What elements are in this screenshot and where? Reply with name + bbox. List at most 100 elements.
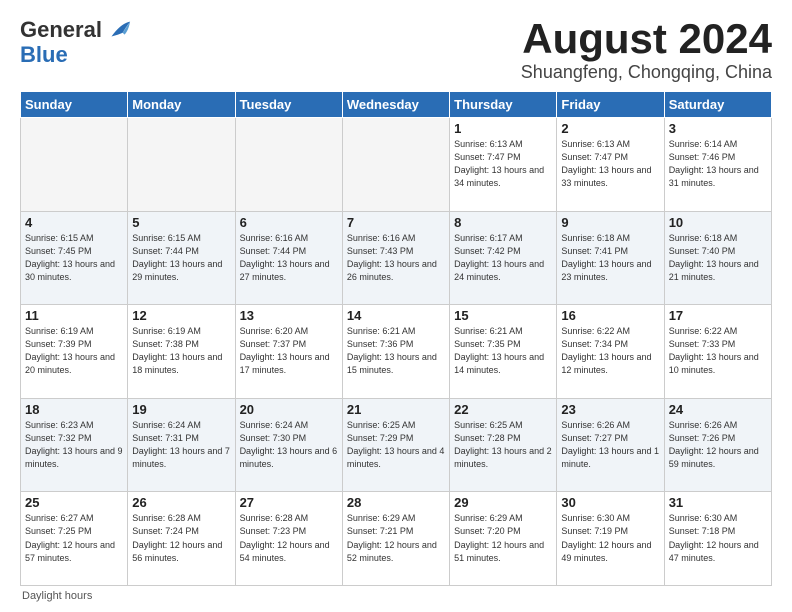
day-info: Sunrise: 6:27 AMSunset: 7:25 PMDaylight:…: [25, 513, 115, 562]
day-number: 28: [347, 495, 445, 510]
weekday-header-monday: Monday: [128, 92, 235, 118]
footer: Daylight hours: [20, 590, 772, 602]
calendar-cell: [235, 118, 342, 212]
calendar-cell: 26 Sunrise: 6:28 AMSunset: 7:24 PMDaylig…: [128, 492, 235, 586]
day-number: 3: [669, 121, 767, 136]
calendar-cell: 20 Sunrise: 6:24 AMSunset: 7:30 PMDaylig…: [235, 398, 342, 492]
calendar-cell: 12 Sunrise: 6:19 AMSunset: 7:38 PMDaylig…: [128, 305, 235, 399]
day-number: 29: [454, 495, 552, 510]
calendar-cell: 6 Sunrise: 6:16 AMSunset: 7:44 PMDayligh…: [235, 211, 342, 305]
day-number: 18: [25, 402, 123, 417]
day-info: Sunrise: 6:18 AMSunset: 7:41 PMDaylight:…: [561, 233, 651, 282]
weekday-header-tuesday: Tuesday: [235, 92, 342, 118]
day-info: Sunrise: 6:18 AMSunset: 7:40 PMDaylight:…: [669, 233, 759, 282]
day-info: Sunrise: 6:30 AMSunset: 7:19 PMDaylight:…: [561, 513, 651, 562]
calendar-week-5: 25 Sunrise: 6:27 AMSunset: 7:25 PMDaylig…: [21, 492, 772, 586]
calendar-cell: 15 Sunrise: 6:21 AMSunset: 7:35 PMDaylig…: [450, 305, 557, 399]
page: General Blue August 2024 Shuangfeng, Cho…: [0, 0, 792, 612]
calendar-cell: 13 Sunrise: 6:20 AMSunset: 7:37 PMDaylig…: [235, 305, 342, 399]
calendar-cell: 14 Sunrise: 6:21 AMSunset: 7:36 PMDaylig…: [342, 305, 449, 399]
day-info: Sunrise: 6:13 AMSunset: 7:47 PMDaylight:…: [561, 139, 651, 188]
day-number: 2: [561, 121, 659, 136]
day-number: 8: [454, 215, 552, 230]
logo: General Blue: [20, 16, 132, 67]
calendar-week-1: 1 Sunrise: 6:13 AMSunset: 7:47 PMDayligh…: [21, 118, 772, 212]
month-title: August 2024: [521, 16, 772, 62]
calendar: SundayMondayTuesdayWednesdayThursdayFrid…: [20, 91, 772, 586]
day-number: 5: [132, 215, 230, 230]
day-info: Sunrise: 6:29 AMSunset: 7:21 PMDaylight:…: [347, 513, 437, 562]
calendar-cell: 11 Sunrise: 6:19 AMSunset: 7:39 PMDaylig…: [21, 305, 128, 399]
day-info: Sunrise: 6:26 AMSunset: 7:26 PMDaylight:…: [669, 420, 759, 469]
day-number: 15: [454, 308, 552, 323]
weekday-header-sunday: Sunday: [21, 92, 128, 118]
day-info: Sunrise: 6:25 AMSunset: 7:29 PMDaylight:…: [347, 420, 445, 469]
calendar-cell: 19 Sunrise: 6:24 AMSunset: 7:31 PMDaylig…: [128, 398, 235, 492]
calendar-cell: 22 Sunrise: 6:25 AMSunset: 7:28 PMDaylig…: [450, 398, 557, 492]
day-number: 11: [25, 308, 123, 323]
calendar-cell: 29 Sunrise: 6:29 AMSunset: 7:20 PMDaylig…: [450, 492, 557, 586]
day-number: 6: [240, 215, 338, 230]
calendar-cell: 17 Sunrise: 6:22 AMSunset: 7:33 PMDaylig…: [664, 305, 771, 399]
day-number: 7: [347, 215, 445, 230]
day-info: Sunrise: 6:24 AMSunset: 7:31 PMDaylight:…: [132, 420, 230, 469]
day-info: Sunrise: 6:23 AMSunset: 7:32 PMDaylight:…: [25, 420, 123, 469]
day-number: 31: [669, 495, 767, 510]
day-info: Sunrise: 6:19 AMSunset: 7:38 PMDaylight:…: [132, 326, 222, 375]
calendar-cell: 24 Sunrise: 6:26 AMSunset: 7:26 PMDaylig…: [664, 398, 771, 492]
calendar-cell: 27 Sunrise: 6:28 AMSunset: 7:23 PMDaylig…: [235, 492, 342, 586]
day-info: Sunrise: 6:17 AMSunset: 7:42 PMDaylight:…: [454, 233, 544, 282]
title-block: August 2024 Shuangfeng, Chongqing, China: [521, 16, 772, 83]
day-info: Sunrise: 6:28 AMSunset: 7:23 PMDaylight:…: [240, 513, 330, 562]
day-info: Sunrise: 6:16 AMSunset: 7:44 PMDaylight:…: [240, 233, 330, 282]
calendar-cell: 30 Sunrise: 6:30 AMSunset: 7:19 PMDaylig…: [557, 492, 664, 586]
day-info: Sunrise: 6:21 AMSunset: 7:36 PMDaylight:…: [347, 326, 437, 375]
calendar-cell: [21, 118, 128, 212]
day-number: 1: [454, 121, 552, 136]
day-info: Sunrise: 6:14 AMSunset: 7:46 PMDaylight:…: [669, 139, 759, 188]
calendar-cell: 18 Sunrise: 6:23 AMSunset: 7:32 PMDaylig…: [21, 398, 128, 492]
calendar-cell: [342, 118, 449, 212]
calendar-cell: 9 Sunrise: 6:18 AMSunset: 7:41 PMDayligh…: [557, 211, 664, 305]
day-info: Sunrise: 6:30 AMSunset: 7:18 PMDaylight:…: [669, 513, 759, 562]
weekday-header-thursday: Thursday: [450, 92, 557, 118]
calendar-cell: 8 Sunrise: 6:17 AMSunset: 7:42 PMDayligh…: [450, 211, 557, 305]
location-title: Shuangfeng, Chongqing, China: [521, 62, 772, 83]
day-number: 27: [240, 495, 338, 510]
day-info: Sunrise: 6:21 AMSunset: 7:35 PMDaylight:…: [454, 326, 544, 375]
calendar-week-2: 4 Sunrise: 6:15 AMSunset: 7:45 PMDayligh…: [21, 211, 772, 305]
calendar-week-4: 18 Sunrise: 6:23 AMSunset: 7:32 PMDaylig…: [21, 398, 772, 492]
day-info: Sunrise: 6:24 AMSunset: 7:30 PMDaylight:…: [240, 420, 338, 469]
day-info: Sunrise: 6:28 AMSunset: 7:24 PMDaylight:…: [132, 513, 222, 562]
day-number: 24: [669, 402, 767, 417]
logo-general-text: General: [20, 19, 102, 41]
day-info: Sunrise: 6:13 AMSunset: 7:47 PMDaylight:…: [454, 139, 544, 188]
day-number: 17: [669, 308, 767, 323]
calendar-cell: 31 Sunrise: 6:30 AMSunset: 7:18 PMDaylig…: [664, 492, 771, 586]
day-info: Sunrise: 6:16 AMSunset: 7:43 PMDaylight:…: [347, 233, 437, 282]
calendar-cell: 3 Sunrise: 6:14 AMSunset: 7:46 PMDayligh…: [664, 118, 771, 212]
day-number: 20: [240, 402, 338, 417]
weekday-header-wednesday: Wednesday: [342, 92, 449, 118]
day-number: 26: [132, 495, 230, 510]
day-number: 14: [347, 308, 445, 323]
day-number: 9: [561, 215, 659, 230]
calendar-cell: 10 Sunrise: 6:18 AMSunset: 7:40 PMDaylig…: [664, 211, 771, 305]
calendar-cell: 5 Sunrise: 6:15 AMSunset: 7:44 PMDayligh…: [128, 211, 235, 305]
logo-bird-icon: [104, 16, 132, 44]
day-info: Sunrise: 6:26 AMSunset: 7:27 PMDaylight:…: [561, 420, 659, 469]
day-info: Sunrise: 6:25 AMSunset: 7:28 PMDaylight:…: [454, 420, 552, 469]
header: General Blue August 2024 Shuangfeng, Cho…: [20, 16, 772, 83]
calendar-cell: 2 Sunrise: 6:13 AMSunset: 7:47 PMDayligh…: [557, 118, 664, 212]
calendar-cell: 25 Sunrise: 6:27 AMSunset: 7:25 PMDaylig…: [21, 492, 128, 586]
day-number: 23: [561, 402, 659, 417]
day-number: 10: [669, 215, 767, 230]
calendar-week-3: 11 Sunrise: 6:19 AMSunset: 7:39 PMDaylig…: [21, 305, 772, 399]
day-number: 30: [561, 495, 659, 510]
daylight-label: Daylight hours: [22, 590, 92, 602]
day-info: Sunrise: 6:22 AMSunset: 7:34 PMDaylight:…: [561, 326, 651, 375]
day-info: Sunrise: 6:15 AMSunset: 7:44 PMDaylight:…: [132, 233, 222, 282]
day-number: 16: [561, 308, 659, 323]
weekday-header-friday: Friday: [557, 92, 664, 118]
calendar-cell: 28 Sunrise: 6:29 AMSunset: 7:21 PMDaylig…: [342, 492, 449, 586]
